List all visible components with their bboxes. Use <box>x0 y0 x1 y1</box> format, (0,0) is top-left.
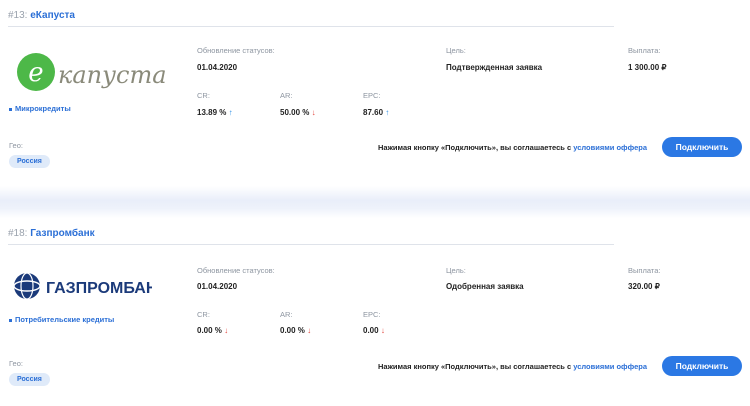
trend-down-icon: ↓ <box>224 326 229 335</box>
offer-terms-link[interactable]: условиями оффера <box>573 143 647 152</box>
trend-down-icon: ↓ <box>380 326 385 335</box>
payout-value: 320.00 ₽ <box>628 282 660 291</box>
offer-title-link[interactable]: еКапуста <box>30 10 75 21</box>
svg-text:капуста: капуста <box>58 61 167 89</box>
payout-value: 1 300.00 ₽ <box>628 63 667 72</box>
epc-label: EPC: <box>363 91 381 100</box>
offer-category: Микрокредиты <box>9 104 71 113</box>
offer-number: #13: <box>8 10 28 21</box>
terms-notice: Нажимая кнопку «Подключить», вы соглашае… <box>378 362 647 371</box>
offer-card-gazprombank: #18: Газпромбанк ГАЗПРОМБАНК Потребитель… <box>0 218 750 406</box>
trend-down-icon: ↓ <box>307 326 312 335</box>
offer-header: #18: Газпромбанк <box>8 228 614 245</box>
card-divider <box>0 186 750 218</box>
cr-metric: 13.89 % ↑ <box>197 108 233 117</box>
goal-value: Одобренная заявка <box>446 282 524 291</box>
trend-up-icon: ↑ <box>228 108 233 117</box>
terms-text: Нажимая кнопку «Подключить», вы соглашае… <box>378 143 574 152</box>
geo-badge: Россия <box>9 373 50 386</box>
cr-value: 13.89 % <box>197 108 227 117</box>
epc-metric: 87.60 ↑ <box>363 108 389 117</box>
geo-label: Гео: <box>9 359 23 368</box>
terms-text: Нажимая кнопку «Подключить», вы соглашае… <box>378 362 574 371</box>
goal-label: Цель: <box>446 46 466 55</box>
epc-metric: 0.00 ↓ <box>363 326 385 335</box>
goal-value: Подтвержденная заявка <box>446 63 543 72</box>
gazprombank-logo: ГАЗПРОМБАНК <box>12 268 167 309</box>
payout-label: Выплата: <box>628 266 661 275</box>
ekapusta-logo: e капуста <box>14 50 170 101</box>
offer-category: Потребительские кредиты <box>9 315 114 324</box>
status-update-label: Обновление статусов: <box>197 266 275 275</box>
trend-up-icon: ↑ <box>385 108 390 117</box>
ar-value: 50.00 % <box>280 108 310 117</box>
offer-terms-link[interactable]: условиями оффера <box>573 362 647 371</box>
offer-card-ekapusta: #13: еКапуста e капуста Микрокредиты Обн… <box>0 0 750 190</box>
ar-metric: 50.00 % ↓ <box>280 108 316 117</box>
svg-text:ГАЗПРОМБАНК: ГАЗПРОМБАНК <box>46 280 152 297</box>
connect-button[interactable]: Подключить <box>662 356 742 376</box>
offer-title-link[interactable]: Газпромбанк <box>30 228 94 239</box>
svg-text:e: e <box>28 58 43 88</box>
geo-label: Гео: <box>9 141 23 150</box>
geo-badge: Россия <box>9 155 50 168</box>
offer-header: #13: еКапуста <box>8 10 614 27</box>
goal-label: Цель: <box>446 266 466 275</box>
trend-down-icon: ↓ <box>311 108 316 117</box>
cr-label: CR: <box>197 310 210 319</box>
ar-label: AR: <box>280 91 293 100</box>
status-update-date: 01.04.2020 <box>197 63 238 72</box>
payout-label: Выплата: <box>628 46 661 55</box>
ar-label: AR: <box>280 310 293 319</box>
cr-value: 0.00 % <box>197 326 222 335</box>
connect-button[interactable]: Подключить <box>662 137 742 157</box>
ar-metric: 0.00 % ↓ <box>280 326 311 335</box>
epc-value: 0.00 <box>363 326 379 335</box>
epc-label: EPC: <box>363 310 381 319</box>
offer-number: #18: <box>8 228 28 239</box>
status-update-label: Обновление статусов: <box>197 46 275 55</box>
terms-notice: Нажимая кнопку «Подключить», вы соглашае… <box>378 143 647 152</box>
ar-value: 0.00 % <box>280 326 305 335</box>
cr-label: CR: <box>197 91 210 100</box>
epc-value: 87.60 <box>363 108 384 117</box>
status-update-date: 01.04.2020 <box>197 282 238 291</box>
cr-metric: 0.00 % ↓ <box>197 326 228 335</box>
